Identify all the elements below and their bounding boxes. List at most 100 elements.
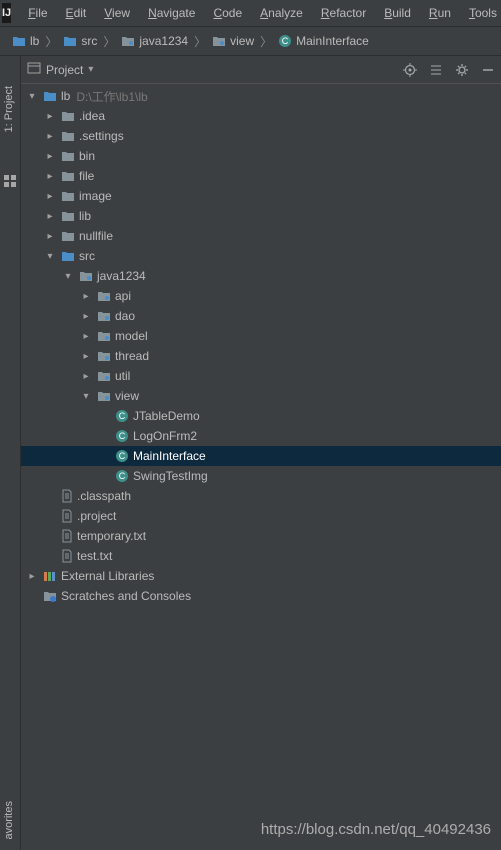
tree-label: thread [115, 349, 149, 363]
folder-icon [61, 210, 75, 222]
file-icon [61, 529, 73, 543]
tree-row[interactable]: test.txt [21, 546, 501, 566]
gear-icon[interactable] [455, 63, 469, 77]
tree-arrow-icon[interactable]: ▸ [43, 231, 57, 242]
tree-label: .project [77, 509, 116, 523]
project-panel: Project ▾ ▾ lb D:\工作\lb1\lb▸.idea▸.setting… [21, 56, 501, 850]
menu-tools[interactable]: Tools [460, 2, 501, 24]
tree-row[interactable]: CJTableDemo [21, 406, 501, 426]
breadcrumb-item[interactable]: java1234 [117, 34, 192, 48]
breadcrumb-item[interactable]: CMainInterface [274, 34, 373, 48]
tree-arrow-icon[interactable]: ▸ [43, 111, 57, 122]
tree-row[interactable]: ▸ model [21, 326, 501, 346]
favorites-tool-tab[interactable]: avorites [3, 801, 15, 840]
tree-row[interactable]: CMainInterface [21, 446, 501, 466]
project-panel-title: Project [46, 63, 83, 77]
tree-arrow-icon[interactable]: ▾ [43, 251, 57, 262]
tree-row[interactable]: .classpath [21, 486, 501, 506]
class-icon: C [115, 469, 129, 483]
breadcrumb-label: view [230, 34, 254, 48]
tree-label: test.txt [77, 549, 112, 563]
tree-arrow-icon[interactable]: ▾ [61, 271, 75, 282]
tree-label: view [115, 389, 139, 403]
menu-code[interactable]: Code [204, 2, 251, 24]
tree-arrow-icon[interactable]: ▸ [25, 571, 39, 582]
tool-window-stripe-left: 1: Project avorites [0, 56, 21, 850]
folder-pkg-icon [97, 310, 111, 322]
menu-build[interactable]: Build [375, 2, 420, 24]
svg-text:C: C [119, 411, 126, 421]
tree-row[interactable]: ▸image [21, 186, 501, 206]
project-tool-tab[interactable]: 1: Project [3, 86, 15, 132]
menu-navigate[interactable]: Navigate [139, 2, 204, 24]
tree-arrow-icon[interactable]: ▸ [43, 191, 57, 202]
tree-row[interactable]: ▾ lb D:\工作\lb1\lb [21, 86, 501, 106]
tree-arrow-icon[interactable]: ▸ [79, 331, 93, 342]
libs-icon [43, 570, 57, 582]
breadcrumb-separator: 〉 [258, 33, 274, 50]
tree-label: Scratches and Consoles [61, 589, 191, 603]
tree-arrow-icon[interactable]: ▸ [43, 211, 57, 222]
tree-row[interactable]: ▸bin [21, 146, 501, 166]
class-icon: C [115, 409, 129, 423]
minimize-icon[interactable] [481, 63, 495, 77]
tree-row[interactable]: ▸util [21, 366, 501, 386]
tree-arrow-icon[interactable]: ▾ [25, 91, 39, 102]
folder-blue-icon [43, 90, 57, 102]
tree-row[interactable]: CLogOnFrm2 [21, 426, 501, 446]
locate-icon[interactable] [403, 63, 417, 77]
folder-icon [61, 170, 75, 182]
tree-row[interactable]: ▸file [21, 166, 501, 186]
tree-row[interactable]: ▸ thread [21, 346, 501, 366]
folder-pkg-icon [97, 330, 111, 342]
tree-label: SwingTestImg [133, 469, 208, 483]
tree-row[interactable]: ▸ External Libraries [21, 566, 501, 586]
chevron-down-icon[interactable]: ▾ [88, 64, 93, 75]
structure-icon[interactable] [3, 174, 17, 188]
svg-text:C: C [119, 431, 126, 441]
menu-run[interactable]: Run [420, 2, 460, 24]
tree-arrow-icon[interactable]: ▸ [79, 311, 93, 322]
tree-row[interactable]: ▸lib [21, 206, 501, 226]
class-icon: C [115, 429, 129, 443]
menu-view[interactable]: View [95, 2, 139, 24]
tree-row[interactable]: ▸.idea [21, 106, 501, 126]
tree-row[interactable]: ▸dao [21, 306, 501, 326]
menu-refactor[interactable]: Refactor [312, 2, 375, 24]
tree-arrow-icon[interactable]: ▸ [79, 291, 93, 302]
tree-path-suffix: D:\工作\lb1\lb [76, 88, 147, 105]
tree-label: temporary.txt [77, 529, 146, 543]
tree-arrow-icon[interactable]: ▸ [79, 371, 93, 382]
menu-edit[interactable]: Edit [57, 2, 96, 24]
svg-text:C: C [119, 471, 126, 481]
tree-row[interactable]: C SwingTestImg [21, 466, 501, 486]
folder-icon [61, 130, 75, 142]
tree-row[interactable]: temporary.txt [21, 526, 501, 546]
tree-arrow-icon[interactable]: ▸ [79, 351, 93, 362]
breadcrumb-item[interactable]: view [208, 34, 258, 48]
menu-file[interactable]: File [19, 2, 56, 24]
breadcrumb-label: java1234 [139, 34, 188, 48]
tree-row[interactable]: Scratches and Consoles [21, 586, 501, 606]
tree-arrow-icon[interactable]: ▸ [43, 151, 57, 162]
tree-row[interactable]: ▸api [21, 286, 501, 306]
tree-label: lb [61, 89, 70, 103]
tree-row[interactable]: ▾ view [21, 386, 501, 406]
tree-row[interactable]: .project [21, 506, 501, 526]
breadcrumb: lb〉src〉java1234〉view〉CMainInterface [0, 27, 501, 56]
project-tree[interactable]: ▾ lb D:\工作\lb1\lb▸.idea▸.settings▸bin▸file… [21, 84, 501, 850]
menu-analyze[interactable]: Analyze [251, 2, 312, 24]
breadcrumb-item[interactable]: src [59, 34, 101, 48]
breadcrumb-item[interactable]: lb [8, 34, 43, 48]
tree-row[interactable]: ▸nullfile [21, 226, 501, 246]
tree-arrow-icon[interactable]: ▾ [79, 391, 93, 402]
expand-all-icon[interactable] [429, 63, 443, 77]
tree-label: model [115, 329, 148, 343]
tree-label: External Libraries [61, 569, 154, 583]
tree-row[interactable]: ▸.settings [21, 126, 501, 146]
tree-arrow-icon[interactable]: ▸ [43, 131, 57, 142]
tree-row[interactable]: ▾src [21, 246, 501, 266]
tree-arrow-icon[interactable]: ▸ [43, 171, 57, 182]
breadcrumb-label: lb [30, 34, 39, 48]
tree-row[interactable]: ▾java1234 [21, 266, 501, 286]
